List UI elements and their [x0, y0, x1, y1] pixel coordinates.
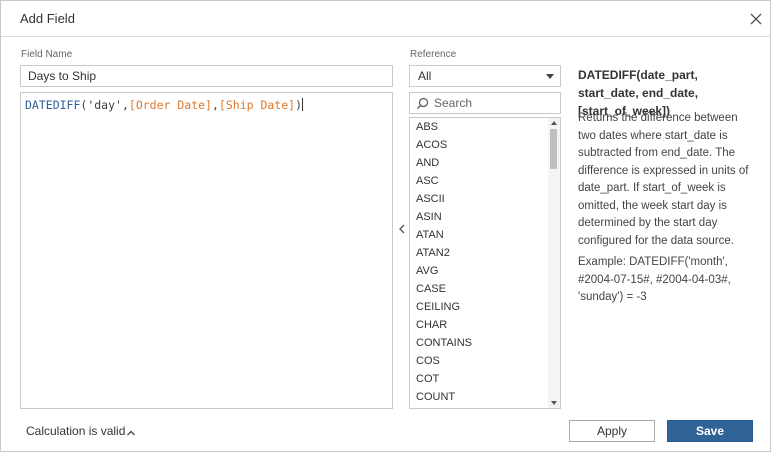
function-item[interactable]: ATAN [410, 226, 548, 244]
function-item[interactable]: ABS [410, 118, 548, 136]
scrollbar-thumb[interactable] [550, 129, 557, 169]
function-item[interactable]: COS [410, 352, 548, 370]
function-item[interactable]: CEILING [410, 298, 548, 316]
function-item[interactable]: ASCII [410, 190, 548, 208]
function-item[interactable]: CHAR [410, 316, 548, 334]
chevron-down-icon [546, 74, 554, 79]
scroll-up-icon[interactable] [551, 121, 557, 125]
reference-label: Reference [410, 49, 457, 60]
function-item[interactable]: COUNT [410, 388, 548, 406]
search-icon [416, 97, 429, 110]
chevron-up-icon[interactable] [126, 426, 136, 436]
apply-button[interactable]: Apply [569, 420, 655, 442]
function-list-scrollbar[interactable] [548, 118, 560, 408]
function-items: ABS ACOS AND ASC ASCII ASIN ATAN ATAN2 AVG CASE CE… [410, 118, 548, 406]
close-icon[interactable] [747, 10, 765, 28]
scroll-down-icon[interactable] [551, 401, 557, 405]
reference-dropdown[interactable]: All [409, 65, 561, 87]
calc-token-str: 'day' [87, 98, 122, 112]
calculation-editor[interactable]: DATEDIFF('day',[Order Date],[Ship Date]) [20, 92, 393, 409]
title-bar: Add Field [1, 1, 770, 37]
reference-dropdown-value: All [418, 69, 432, 83]
function-item[interactable]: CASE [410, 280, 548, 298]
collapse-panel-chevron-left-icon[interactable] [397, 222, 407, 236]
calc-token-punc: , [121, 98, 129, 112]
function-search [409, 92, 561, 114]
calc-token-punc: ) [295, 98, 303, 112]
calc-token-punc: , [211, 98, 219, 112]
add-field-dialog: Add Field Field Name DATEDIFF('day',[Ord… [0, 0, 771, 452]
calc-token-func: DATEDIFF [25, 98, 81, 112]
function-item[interactable]: AVG [410, 262, 548, 280]
function-list: ABS ACOS AND ASC ASCII ASIN ATAN ATAN2 AVG CASE CE… [409, 117, 561, 409]
text-caret [302, 98, 304, 111]
function-item[interactable]: ASC [410, 172, 548, 190]
field-name-label: Field Name [21, 49, 73, 60]
function-description: Returns the difference between two dates… [578, 112, 749, 247]
function-item[interactable]: COT [410, 370, 548, 388]
calculation-status[interactable]: Calculation is valid [26, 424, 125, 438]
function-item[interactable]: ACOS [410, 136, 548, 154]
function-item[interactable]: ATAN2 [410, 244, 548, 262]
calc-token-field: [Ship Date] [218, 98, 296, 112]
function-item[interactable]: AND [410, 154, 548, 172]
save-button[interactable]: Save [667, 420, 753, 442]
function-item[interactable]: ASIN [410, 208, 548, 226]
function-example: Example: DATEDIFF('month', #2004-07-15#,… [578, 256, 731, 303]
search-input[interactable] [434, 95, 556, 111]
field-name-input[interactable] [20, 65, 393, 87]
calc-token-field: [Order Date] [128, 98, 212, 112]
dialog-title: Add Field [20, 11, 75, 26]
function-item[interactable]: CONTAINS [410, 334, 548, 352]
